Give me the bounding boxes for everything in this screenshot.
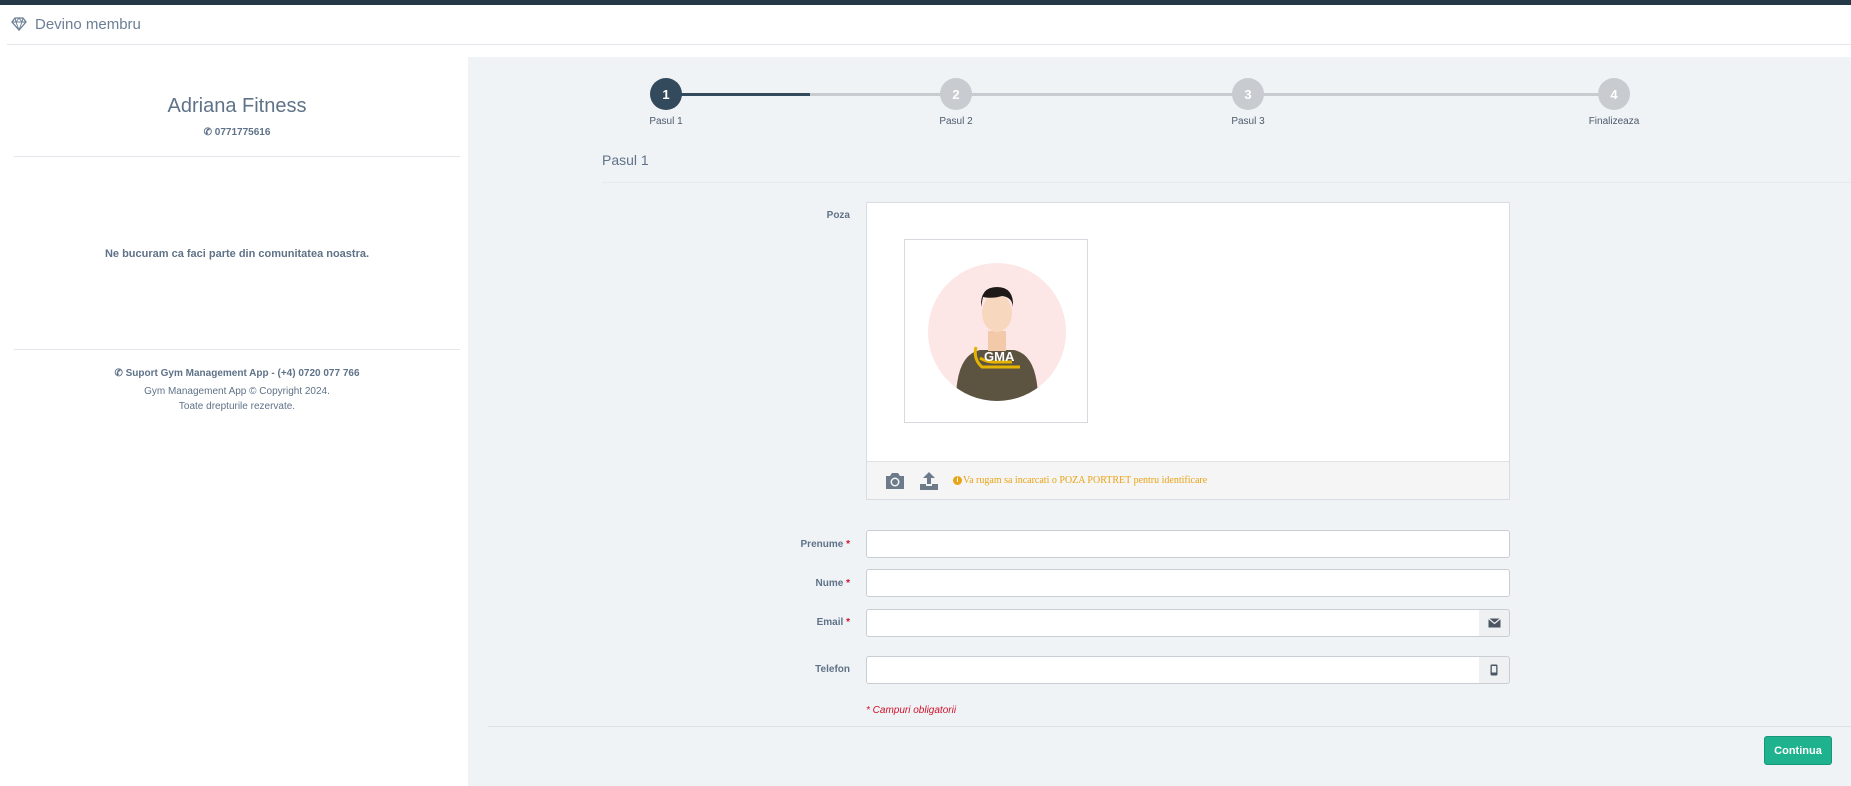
- divider: [14, 349, 460, 350]
- telefon-input[interactable]: [866, 656, 1480, 684]
- step-4-label: Finalizeaza: [1588, 116, 1640, 127]
- step-3-circle[interactable]: 3: [1232, 78, 1264, 110]
- diamond-icon: [11, 16, 29, 34]
- step-1-circle[interactable]: 1: [650, 78, 682, 110]
- photo-hint-text: Va rugam sa incarcati o POZA PORTRET pen…: [963, 475, 1208, 486]
- telefon-label: Telefon: [728, 664, 850, 675]
- nume-label: Nume *: [728, 578, 850, 589]
- copyright-line: Gym Management App © Copyright 2024.: [144, 386, 330, 397]
- required-mark: *: [846, 539, 850, 550]
- stepper-track: [666, 93, 1626, 96]
- registration-form-panel: 1 Pasul 1 2 Pasul 2 3 Pasul 3 4 Finalize…: [468, 57, 1851, 786]
- required-mark: *: [846, 617, 850, 628]
- avatar-placeholder: GMA: [928, 263, 1066, 401]
- nume-input[interactable]: [866, 569, 1510, 597]
- mobile-phone-icon: [1490, 664, 1498, 676]
- photo-upload-box: GMA i Va rugam sa incarcati o POZA PORTR…: [866, 202, 1510, 500]
- upload-icon[interactable]: [917, 469, 941, 493]
- welcome-message: Ne bucuram ca faci parte din comunitatea…: [104, 248, 370, 260]
- prenume-label-text: Prenume: [800, 539, 844, 550]
- telefon-addon: [1479, 656, 1510, 684]
- copyright: Gym Management App © Copyright 2024. Toa…: [0, 384, 474, 414]
- club-name: Adriana Fitness: [167, 95, 307, 117]
- telefon-label-text: Telefon: [815, 664, 850, 675]
- required-mark: *: [846, 578, 850, 589]
- page-header: Devino membru: [7, 5, 1851, 45]
- email-label-text: Email: [816, 617, 844, 628]
- divider: [488, 726, 1851, 727]
- photo-label: Poza: [826, 210, 850, 221]
- photo-hint: i Va rugam sa incarcati o POZA PORTRET p…: [953, 475, 1207, 486]
- stepper-progress: [666, 93, 810, 96]
- support-text: Suport Gym Management App - (+4) 0720 07…: [125, 368, 360, 379]
- required-fields-note: * Campuri obligatorii: [866, 705, 957, 716]
- camera-icon[interactable]: [883, 469, 907, 493]
- phone-icon: ✆: [114, 368, 123, 379]
- support-line: ✆ Suport Gym Management App - (+4) 0720 …: [0, 368, 474, 379]
- phone-icon: ✆: [203, 127, 212, 138]
- info-icon: i: [953, 476, 962, 485]
- step-4-circle[interactable]: 4: [1598, 78, 1630, 110]
- prenume-label: Prenume *: [728, 539, 850, 550]
- divider: [602, 182, 1851, 183]
- photo-preview[interactable]: GMA: [904, 239, 1088, 423]
- email-input[interactable]: [866, 609, 1480, 637]
- photo-toolbar: i Va rugam sa incarcati o POZA PORTRET p…: [867, 461, 1509, 499]
- page-title: Devino membru: [35, 16, 141, 33]
- nume-label-text: Nume: [815, 578, 844, 589]
- step-1-label: Pasul 1: [649, 116, 683, 127]
- step-heading: Pasul 1: [602, 152, 649, 168]
- email-addon: [1479, 609, 1510, 637]
- envelope-icon: [1487, 618, 1501, 628]
- step-3-label: Pasul 3: [1231, 116, 1265, 127]
- continue-button[interactable]: Continua: [1764, 736, 1832, 765]
- club-phone: ✆ 0771775616: [0, 127, 474, 138]
- club-info-panel: Adriana Fitness ✆ 0771775616 Ne bucuram …: [0, 57, 468, 786]
- gma-logo-text: GMA: [984, 349, 1015, 364]
- email-label: Email *: [728, 617, 850, 628]
- copyright-line: Toate drepturile rezervate.: [178, 401, 296, 412]
- club-phone-number: 0771775616: [214, 127, 271, 138]
- step-2-circle[interactable]: 2: [940, 78, 972, 110]
- divider: [14, 156, 460, 157]
- step-2-label: Pasul 2: [939, 116, 973, 127]
- prenume-input[interactable]: [866, 530, 1510, 558]
